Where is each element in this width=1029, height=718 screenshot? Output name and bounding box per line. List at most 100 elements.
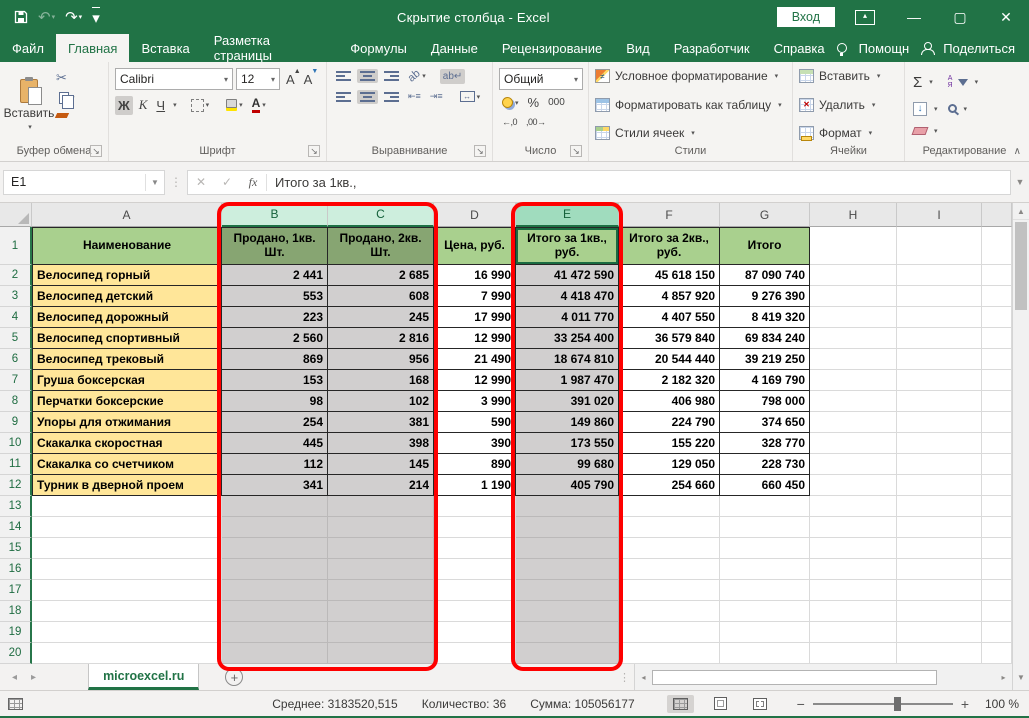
cell-styles-button[interactable]: Стили ячеек▾ xyxy=(595,126,782,140)
sort-filter-button[interactable]: АЯ▾ xyxy=(948,75,979,89)
cell-B5[interactable]: 2 560 xyxy=(222,328,328,349)
cell-F4[interactable]: 4 407 550 xyxy=(619,307,720,328)
cell-F10[interactable]: 155 220 xyxy=(619,433,720,454)
cell-G8[interactable]: 798 000 xyxy=(720,391,810,412)
row-header-16[interactable]: 16 xyxy=(0,559,32,580)
format-painter-icon[interactable] xyxy=(55,113,69,118)
cell-C20[interactable] xyxy=(328,643,434,664)
cell-B20[interactable] xyxy=(222,643,328,664)
cell-A17[interactable] xyxy=(32,580,222,601)
cell-E8[interactable]: 391 020 xyxy=(516,391,619,412)
cell-H12[interactable] xyxy=(810,475,897,496)
underline-button[interactable]: Ч xyxy=(153,96,168,115)
cell-G11[interactable]: 228 730 xyxy=(720,454,810,475)
sheet-tab-active[interactable]: microexcel.ru xyxy=(88,664,199,690)
find-select-button[interactable]: ▾ xyxy=(948,104,979,113)
scroll-up-icon[interactable]: ▲ xyxy=(1013,203,1029,220)
row-header-12[interactable]: 12 xyxy=(0,475,32,496)
cell-H6[interactable] xyxy=(810,349,897,370)
tab-вставка[interactable]: Вставка xyxy=(129,34,201,62)
cell-A4[interactable]: Велосипед дорожный xyxy=(32,307,222,328)
bold-button[interactable]: Ж xyxy=(115,96,133,115)
cell-G4[interactable]: 8 419 320 xyxy=(720,307,810,328)
macro-record-icon[interactable] xyxy=(8,698,23,710)
cell-E15[interactable] xyxy=(516,538,619,559)
column-header-D[interactable]: D xyxy=(434,203,516,227)
cell-C9[interactable]: 381 xyxy=(328,412,434,433)
maximize-button[interactable]: ▢ xyxy=(939,2,981,32)
clipboard-dialog-launcher[interactable]: ↘ xyxy=(90,145,102,157)
row-header-1[interactable]: 1 xyxy=(0,227,32,265)
delete-cells-button[interactable]: ✕Удалить▾ xyxy=(799,98,880,112)
close-button[interactable]: ✕ xyxy=(985,2,1027,32)
column-header-I[interactable]: I xyxy=(897,203,982,227)
cell-G2[interactable]: 87 090 740 xyxy=(720,265,810,286)
cell-F9[interactable]: 224 790 xyxy=(619,412,720,433)
cell-I14[interactable] xyxy=(897,517,982,538)
cell-H4[interactable] xyxy=(810,307,897,328)
column-header-C[interactable]: C xyxy=(328,203,434,227)
cell-C2[interactable]: 2 685 xyxy=(328,265,434,286)
cell-G18[interactable] xyxy=(720,601,810,622)
cell-B12[interactable]: 341 xyxy=(222,475,328,496)
column-header-E[interactable]: E xyxy=(516,203,619,227)
cell-D14[interactable] xyxy=(434,517,516,538)
cell-D18[interactable] xyxy=(434,601,516,622)
orientation-button[interactable]: ab▾ xyxy=(405,68,429,84)
cell-H2[interactable] xyxy=(810,265,897,286)
cell-H16[interactable] xyxy=(810,559,897,580)
cell-B4[interactable]: 223 xyxy=(222,307,328,328)
cell-G9[interactable]: 374 650 xyxy=(720,412,810,433)
tab-help[interactable]: Помощн xyxy=(853,41,916,56)
cell-F5[interactable]: 36 579 840 xyxy=(619,328,720,349)
borders-button[interactable]: ▾ xyxy=(188,97,213,114)
cell-F1[interactable]: Итого за 2кв., руб. xyxy=(619,227,720,265)
cell-C10[interactable]: 398 xyxy=(328,433,434,454)
cell-D10[interactable]: 390 xyxy=(434,433,516,454)
cell-D20[interactable] xyxy=(434,643,516,664)
tab-справка[interactable]: Справка xyxy=(762,34,837,62)
cell-D8[interactable]: 3 990 xyxy=(434,391,516,412)
row-header-17[interactable]: 17 xyxy=(0,580,32,601)
cell-B10[interactable]: 445 xyxy=(222,433,328,454)
ribbon-display-options-icon[interactable]: ▴ xyxy=(855,10,875,25)
cell-C8[interactable]: 102 xyxy=(328,391,434,412)
cell-C16[interactable] xyxy=(328,559,434,580)
cell-A12[interactable]: Турник в дверной проем xyxy=(32,475,222,496)
cell-C3[interactable]: 608 xyxy=(328,286,434,307)
collapse-ribbon-icon[interactable]: ∧ xyxy=(1014,146,1021,157)
row-header-4[interactable]: 4 xyxy=(0,307,32,328)
cell-I7[interactable] xyxy=(897,370,982,391)
cell-E9[interactable]: 149 860 xyxy=(516,412,619,433)
row-header-6[interactable]: 6 xyxy=(0,349,32,370)
cell-A18[interactable] xyxy=(32,601,222,622)
cell-E10[interactable]: 173 550 xyxy=(516,433,619,454)
cell-A3[interactable]: Велосипед детский xyxy=(32,286,222,307)
normal-view-button[interactable] xyxy=(667,695,694,713)
horizontal-scrollbar[interactable]: ◂ ▸ xyxy=(634,664,1012,690)
accounting-format-button[interactable]: ▾ xyxy=(499,95,522,110)
cell-A7[interactable]: Груша боксерская xyxy=(32,370,222,391)
autosum-button[interactable]: Σ▾ xyxy=(913,74,938,91)
undo-button[interactable]: ↶▾ xyxy=(38,8,55,26)
cell-G7[interactable]: 4 169 790 xyxy=(720,370,810,391)
cell-E11[interactable]: 99 680 xyxy=(516,454,619,475)
row-header-9[interactable]: 9 xyxy=(0,412,32,433)
cell-H20[interactable] xyxy=(810,643,897,664)
cell-F20[interactable] xyxy=(619,643,720,664)
tab-данные[interactable]: Данные xyxy=(419,34,490,62)
cell-C18[interactable] xyxy=(328,601,434,622)
vertical-scrollbar[interactable]: ▲ xyxy=(1012,203,1029,664)
zoom-slider[interactable] xyxy=(813,703,953,705)
cell-I11[interactable] xyxy=(897,454,982,475)
cell-I12[interactable] xyxy=(897,475,982,496)
cell-C17[interactable] xyxy=(328,580,434,601)
increase-indent-button[interactable]: ⇥≡ xyxy=(427,89,446,104)
align-center-button[interactable] xyxy=(357,90,378,104)
grow-font-button[interactable]: А▲ xyxy=(283,72,298,87)
cell-I9[interactable] xyxy=(897,412,982,433)
clear-button[interactable]: ▾ xyxy=(913,127,938,135)
formula-input[interactable]: ✕ ✓ fx Итого за 1кв., xyxy=(187,170,1011,195)
cell-D12[interactable]: 1 190 xyxy=(434,475,516,496)
alignment-dialog-launcher[interactable]: ↘ xyxy=(474,145,486,157)
